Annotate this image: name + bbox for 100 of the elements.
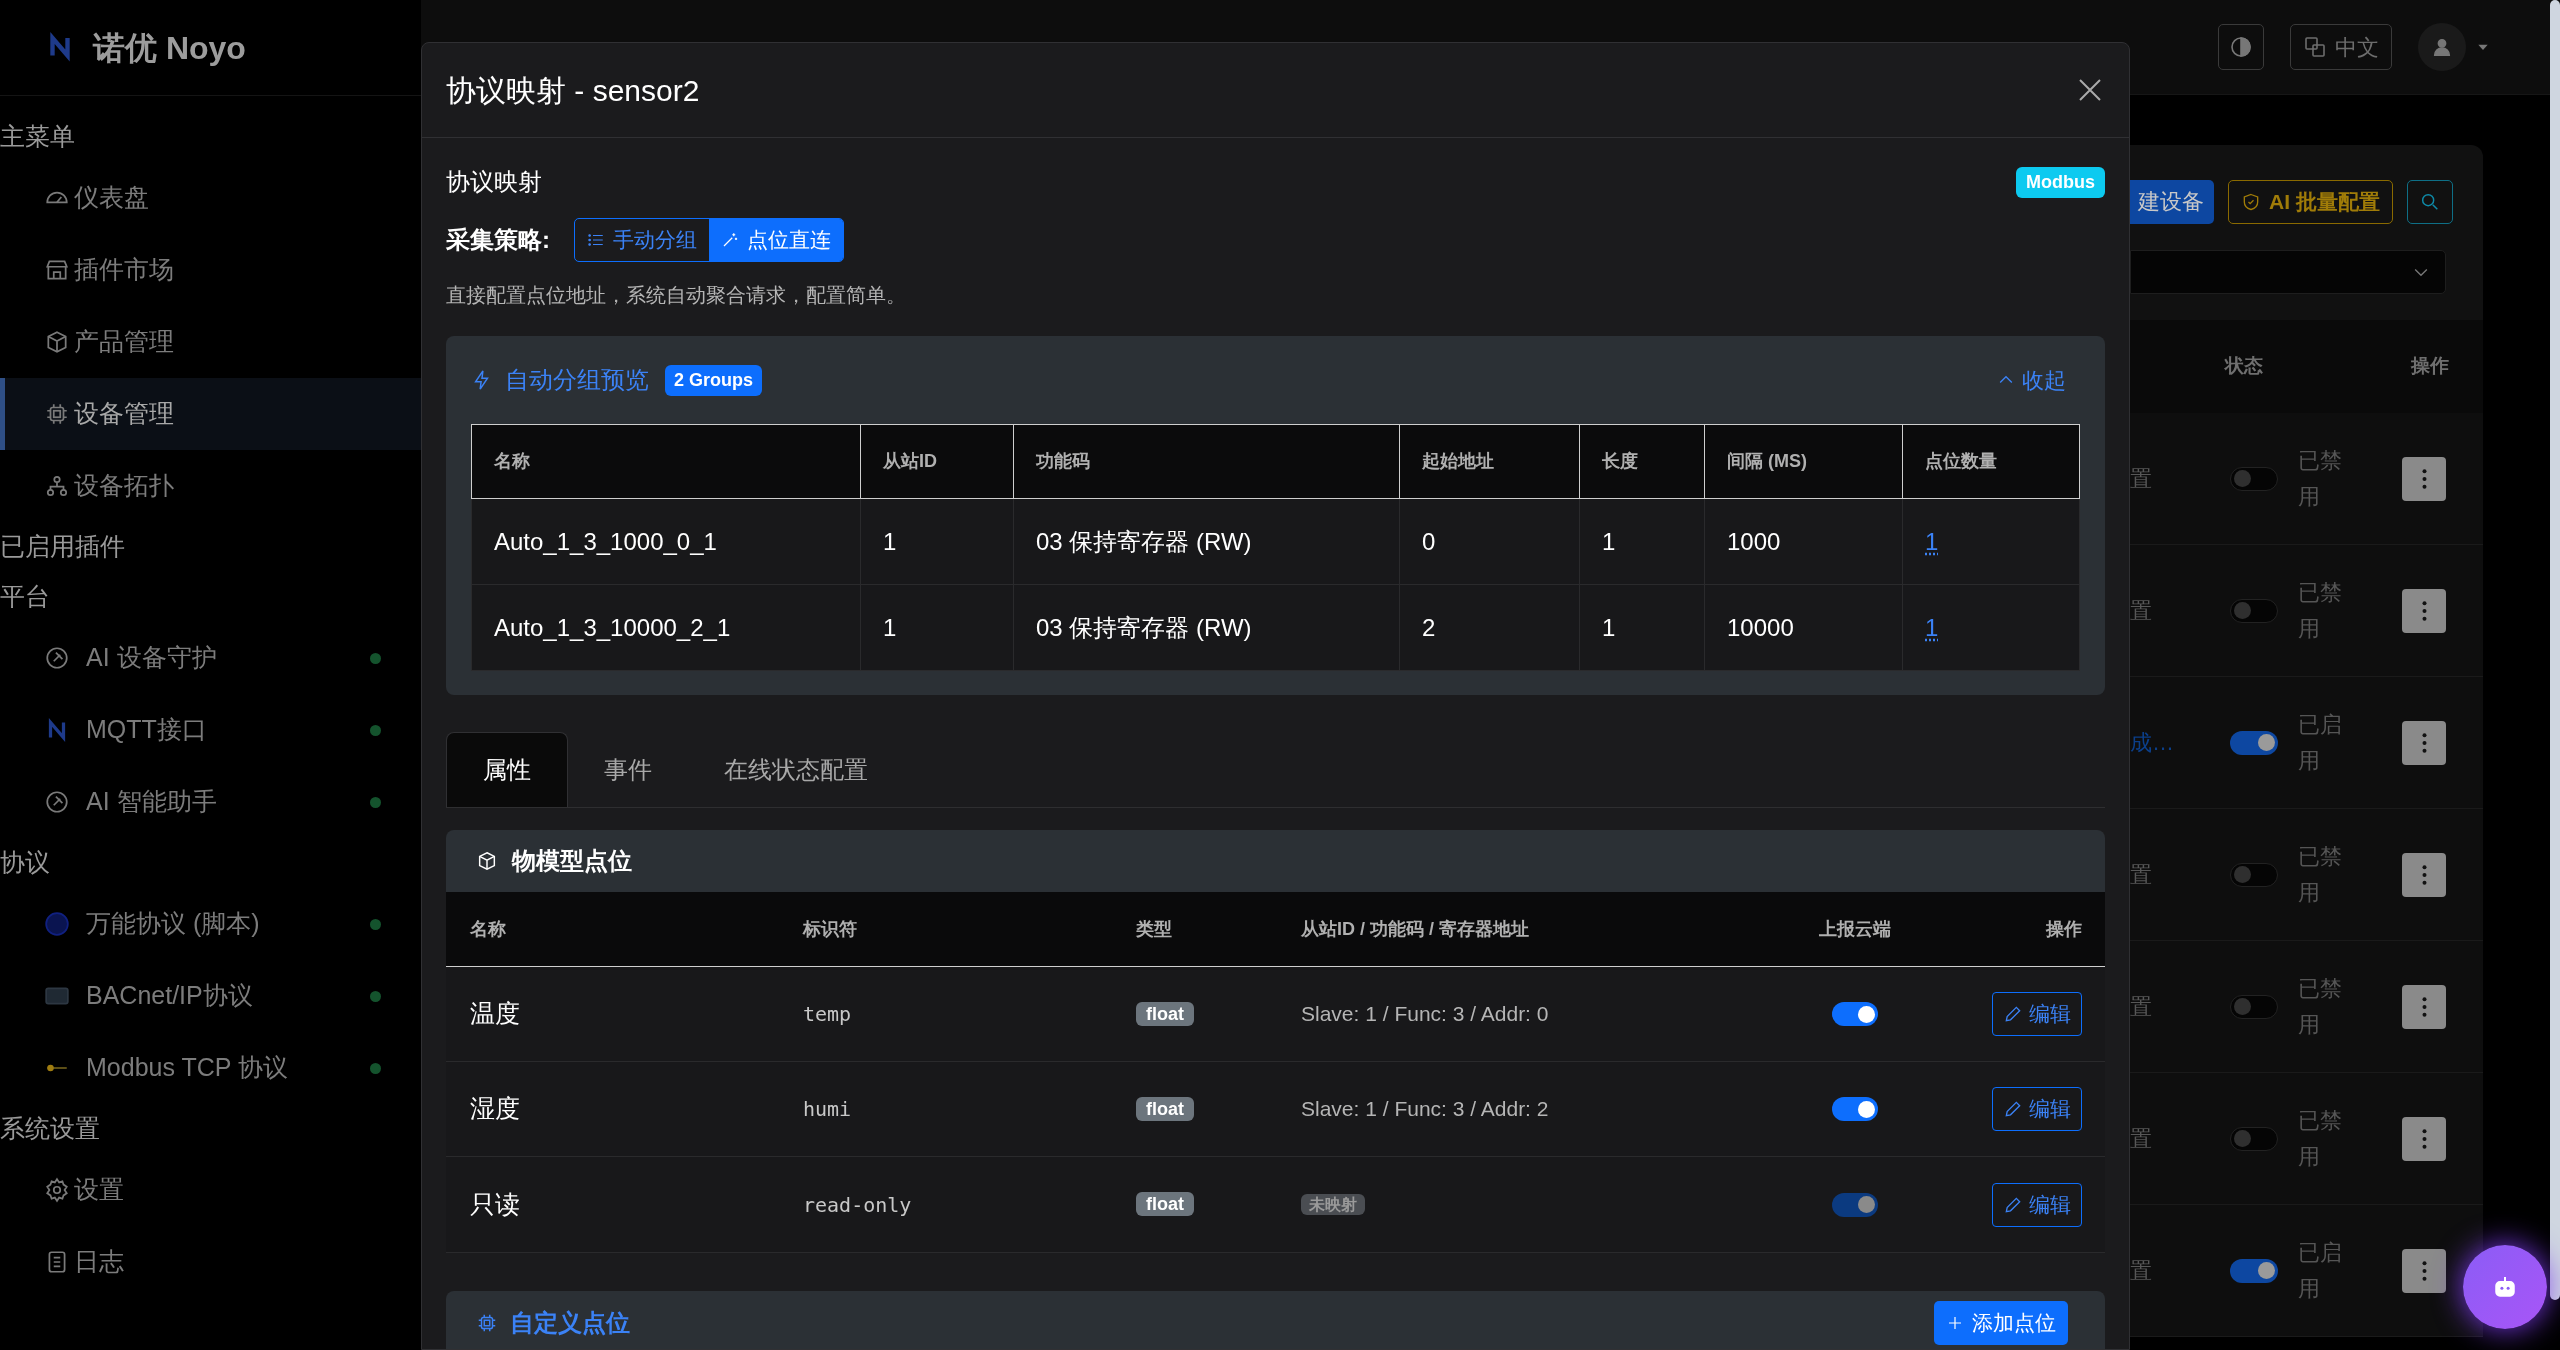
status-text: 已禁用 [2298,446,2343,511]
section-heading: 系统设置 [0,1113,101,1145]
type-badge: float [1136,1001,1194,1026]
status-toggle[interactable] [2230,730,2278,755]
column-header: 名称 [493,450,531,473]
tab[interactable]: 在线状态配置 [688,732,904,807]
column-header: 间隔 (MS) [1704,425,1902,498]
status-text: 已启用 [2298,1238,2343,1303]
count-badge: 2 Groups [665,364,762,396]
more-button[interactable] [2402,984,2446,1029]
protocol-badge: Modbus [2016,166,2105,198]
nav-item[interactable]: 产品管理 [0,306,421,378]
language-button[interactable]: 中文 [2290,24,2392,70]
list-icon [587,231,605,249]
tab[interactable]: 属性 [446,732,568,807]
pencil-icon [2003,1004,2023,1024]
column-header: 长度 [1579,425,1704,498]
table-cell-text: 1 [883,526,897,557]
description-text: 直接配置点位地址，系统自动聚合请求，配置简单。 [446,283,907,308]
table-cell: temp [803,1002,852,1026]
contrast-icon [2229,35,2253,59]
nav-item[interactable]: 万能协议 (脚本) [0,888,421,960]
store-icon [44,257,70,283]
nav-item[interactable]: AI 智能助手 [0,766,421,838]
column-header: 类型 [1136,917,1173,941]
edit-button[interactable]: 编辑 [1992,992,2082,1036]
status-toggle[interactable] [2230,1126,2278,1151]
plug-icon [44,645,70,671]
nav-item[interactable]: 设备拓扑 [0,450,421,522]
person-icon [2431,36,2453,58]
count-link[interactable]: 1 [1925,523,1939,560]
strategy-option[interactable]: 手动分组 [575,219,709,261]
nav-item[interactable]: MQTT接口 [0,694,421,766]
panel-title: 物模型点位 [512,846,632,876]
nav-item[interactable]: 设置 [0,1154,421,1226]
column-header: 功能码 [1013,425,1399,498]
status-toggle[interactable] [2230,862,2278,887]
ai-config-button[interactable]: AI 批量配置 [2228,179,2393,224]
new-device-button[interactable]: 建设备 [2130,179,2214,224]
more-button[interactable] [2402,1116,2446,1161]
nav-item[interactable]: 插件市场 [0,234,421,306]
more-button[interactable] [2402,588,2446,633]
brand-name: 诺优 Noyo [93,28,246,68]
scrollbar[interactable] [2550,0,2560,1300]
pencil-icon [2003,1099,2023,1119]
nav-item[interactable]: BACnet/IP协议 [0,960,421,1032]
count-link[interactable]: 1 [1925,609,1939,646]
collapse-button[interactable]: 收起 [1996,363,2080,397]
table-cell-text: 1 [1602,612,1616,643]
column-header: 从站ID [860,425,1013,498]
report-toggle[interactable] [1832,1097,1878,1121]
more-button[interactable] [2402,720,2446,765]
column-header: 标识符 [803,917,858,941]
field-label: 采集策略: [446,225,550,255]
section-heading: 主菜单 [0,121,76,153]
status-toggle[interactable] [2230,1258,2278,1283]
add-point-button[interactable]: 添加点位 [1934,1301,2068,1345]
nav-item[interactable]: 日志 [0,1226,421,1298]
report-toggle[interactable] [1832,1002,1878,1026]
table-cell: Slave: 1 / Func: 3 / Addr: 0 [1301,1002,1549,1026]
status-toggle[interactable] [2230,466,2278,491]
table-cell-text: Auto_1_3_10000_2_1 [494,612,731,643]
table-cell: 置 [2130,597,2152,623]
edit-button[interactable]: 编辑 [1992,1087,2082,1131]
more-button[interactable] [2402,852,2446,897]
avatar[interactable] [2418,23,2466,71]
panel-title: 自动分组预览 [505,365,649,395]
tab[interactable]: 事件 [568,732,688,807]
column-header: 点位数量 [1902,425,2082,498]
table-cell: 湿度 [470,1094,520,1123]
disc-icon [44,911,70,937]
cube-icon [44,329,70,355]
table-cell-text: 03 保持寄存器 (RW) [1036,526,1252,557]
status-text: 已禁用 [2298,842,2343,907]
theme-button[interactable] [2218,24,2264,70]
column-header: 上报云端 [1818,917,1892,941]
nav-item[interactable]: AI 设备守护 [0,622,421,694]
unmapped-badge: 未映射 [1301,1193,1365,1215]
search-button[interactable] [2406,179,2453,224]
section-heading: 平台 [0,581,51,613]
plug-icon [44,789,70,815]
status-text: 已禁用 [2298,578,2343,643]
more-button[interactable] [2402,1248,2446,1293]
nav-item[interactable]: 设备管理 [0,378,421,450]
more-button[interactable] [2402,456,2446,501]
strategy-option[interactable]: 点位直连 [709,219,843,261]
dialog-title: 协议映射 - sensor2 [446,72,700,109]
table-cell: 置 [2130,993,2152,1019]
kebab-icon [2421,864,2427,885]
table-cell-text: 2 [1422,612,1436,643]
kebab-icon [2421,732,2427,753]
column-header: 状态 [2223,354,2264,379]
status-toggle[interactable] [2230,994,2278,1019]
kebab-icon [2421,468,2427,489]
nav-item[interactable]: Modbus TCP 协议 [0,1032,421,1104]
table-cell: humi [803,1097,852,1121]
section-heading: 已启用插件 [0,531,126,563]
nav-item[interactable]: 仪表盘 [0,162,421,234]
table-cell-text: 1 [1602,526,1616,557]
status-toggle[interactable] [2230,598,2278,623]
